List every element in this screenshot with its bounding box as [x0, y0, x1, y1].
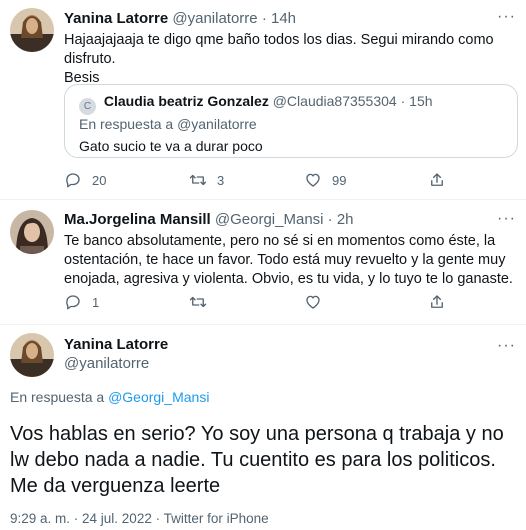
retweet-button[interactable]: 3: [189, 171, 224, 189]
avatar[interactable]: [10, 333, 54, 377]
tweet-text: Te banco absolutamente, pero no sé si en…: [64, 232, 516, 289]
like-icon: [306, 295, 320, 309]
avatar[interactable]: [10, 210, 54, 254]
tweet-text-line: ostentación, te hace un favor. Todo está…: [64, 252, 506, 268]
reply-prefix: En respuesta a: [10, 389, 105, 405]
reply-count: 20: [92, 172, 107, 188]
like-button[interactable]: 99: [304, 171, 346, 189]
reply-icon: [66, 173, 80, 188]
more-icon[interactable]: ···: [497, 8, 516, 26]
tweet-actions: 20 3 99: [64, 171, 464, 191]
more-icon[interactable]: ···: [497, 337, 516, 355]
tweet-text-line: Me da verguenza leerte: [10, 475, 221, 497]
separator-dot: ·: [327, 211, 333, 228]
tweet-yanina-1[interactable]: Yanina Latorre @yanilatorre · 14h ··· Ha…: [0, 0, 526, 200]
reply-count: 1: [92, 294, 100, 310]
retweet-icon: [189, 296, 207, 308]
more-icon[interactable]: ···: [497, 210, 516, 228]
like-count: 99: [332, 172, 347, 188]
display-name[interactable]: Yanina Latorre: [64, 10, 168, 27]
handle[interactable]: @yanilatorre: [172, 10, 257, 27]
reply-handle-link[interactable]: @Georgi_Mansi: [108, 389, 209, 405]
tweet-header: Ma.Jorgelina Mansill @Georgi_Mansi · 2h: [64, 211, 354, 228]
reply-button[interactable]: 1: [64, 293, 99, 311]
quoted-timestamp: 15h: [409, 93, 433, 109]
avatar[interactable]: [10, 8, 54, 52]
quoted-handle: @Claudia87355304: [272, 93, 397, 109]
quoted-tweet-text: Gato sucio te va a durar poco: [79, 138, 263, 154]
timestamp[interactable]: 14h: [271, 10, 296, 27]
handle[interactable]: @yanilatorre: [64, 355, 149, 372]
display-name[interactable]: Yanina Latorre: [64, 336, 168, 353]
handle[interactable]: @Georgi_Mansi: [215, 211, 324, 228]
tweet-jorgelina[interactable]: Ma.Jorgelina Mansill @Georgi_Mansi · 2h …: [0, 200, 526, 325]
tweet-actions: 1: [64, 293, 464, 313]
share-icon: [431, 295, 443, 308]
tweet-text-line: Te banco absolutamente, pero no sé si en…: [64, 233, 496, 249]
retweet-button[interactable]: [189, 293, 217, 311]
tweet-header: Yanina Latorre @yanilatorre · 14h: [64, 10, 296, 27]
avatar-photo: [10, 8, 54, 52]
like-button[interactable]: [304, 293, 332, 311]
share-icon: [431, 173, 443, 186]
quoted-display-name: Claudia beatriz Gonzalez: [103, 93, 269, 109]
reply-prefix: En respuesta a: [79, 116, 174, 132]
quoted-tweet-header: C Claudia beatriz Gonzalez @Claudia87355…: [79, 93, 433, 115]
separator-dot: ·: [261, 10, 267, 27]
share-button[interactable]: [428, 171, 456, 189]
quoted-avatar: C: [79, 98, 96, 115]
tweet-text-line: lw debo nada a nadie. Tu cuentito es par…: [10, 449, 496, 471]
display-name[interactable]: Ma.Jorgelina Mansill: [64, 211, 211, 228]
tweet-text: Hajaajajaaja te digo qme baño todos los …: [64, 31, 516, 88]
reply-handle: @yanilatorre: [177, 116, 257, 132]
share-button[interactable]: [428, 293, 456, 311]
quoted-reply-context: En respuesta a @yanilatorre: [79, 116, 257, 132]
retweet-icon: [189, 174, 207, 186]
avatar-photo: [10, 333, 54, 377]
retweet-count: 3: [217, 172, 225, 188]
separator-dot: ·: [400, 93, 406, 109]
reply-icon: [66, 295, 80, 310]
tweet-timestamp-source[interactable]: 9:29 a. m. · 24 jul. 2022 · Twitter for …: [10, 511, 269, 526]
like-icon: [306, 173, 320, 187]
main-tweet-text: Vos hablas en serio? Yo soy una persona …: [10, 421, 520, 499]
quoted-tweet[interactable]: C Claudia beatriz Gonzalez @Claudia87355…: [64, 84, 518, 158]
reply-button[interactable]: 20: [64, 171, 106, 189]
tweet-text-line: enojada, agresiva y violenta. Obvio, es …: [64, 271, 513, 287]
reply-context: En respuesta a @Georgi_Mansi: [10, 389, 209, 405]
tweet-text-line: Vos hablas en serio? Yo soy una persona …: [10, 423, 504, 445]
timestamp[interactable]: 2h: [337, 211, 354, 228]
avatar-photo: [10, 210, 54, 254]
tweet-text-line: Hajaajajaaja te digo qme baño todos los …: [64, 32, 494, 67]
